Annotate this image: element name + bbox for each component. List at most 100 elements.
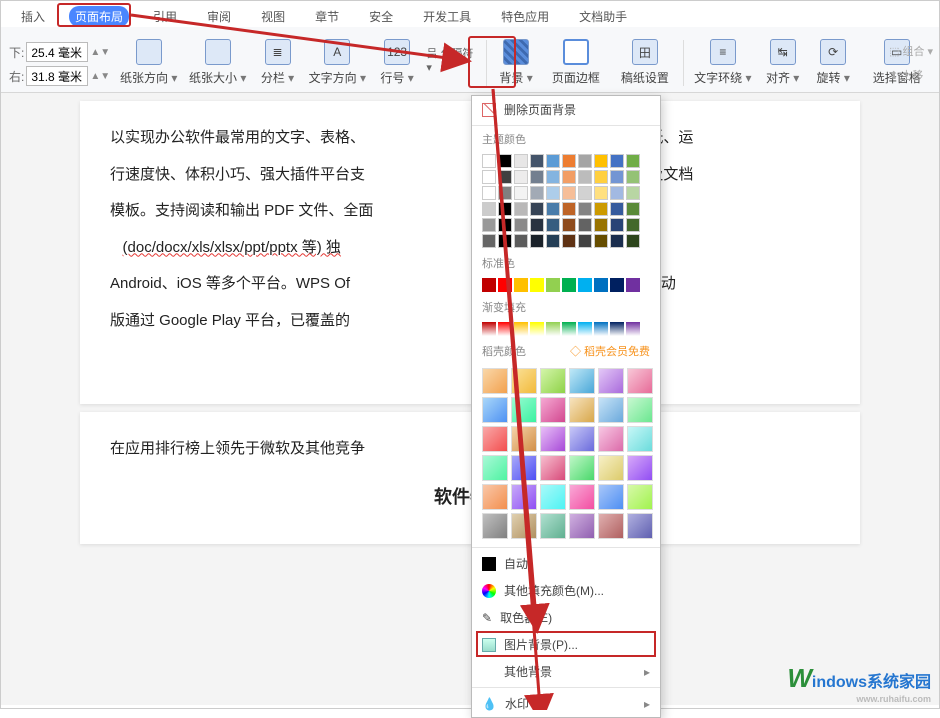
text-wrap-button[interactable]: ≡ 文字环绕 <box>692 30 753 86</box>
color-swatch[interactable] <box>514 170 528 184</box>
texture-swatch[interactable] <box>540 397 566 423</box>
color-swatch[interactable] <box>498 278 512 292</box>
texture-swatch[interactable] <box>598 513 624 539</box>
other-background-item[interactable]: 其他背景 ▸ <box>472 658 660 685</box>
texture-swatch[interactable] <box>482 513 508 539</box>
color-swatch[interactable] <box>530 218 544 232</box>
color-swatch[interactable] <box>546 154 560 168</box>
color-swatch[interactable] <box>498 234 512 248</box>
texture-swatch[interactable] <box>540 368 566 394</box>
texture-swatch[interactable] <box>511 368 537 394</box>
color-swatch[interactable] <box>626 154 640 168</box>
texture-swatch[interactable] <box>482 368 508 394</box>
tab-special[interactable]: 特色应用 <box>495 6 555 27</box>
texture-swatch[interactable] <box>569 368 595 394</box>
gradient-swatch[interactable] <box>546 322 560 336</box>
color-swatch[interactable] <box>514 234 528 248</box>
tab-page-layout[interactable]: 页面布局 <box>69 6 129 27</box>
color-swatch[interactable] <box>514 154 528 168</box>
color-swatch[interactable] <box>514 186 528 200</box>
color-swatch[interactable] <box>562 154 576 168</box>
color-swatch[interactable] <box>546 234 560 248</box>
color-swatch[interactable] <box>578 202 592 216</box>
color-swatch[interactable] <box>610 278 624 292</box>
auto-color-item[interactable]: 自动 <box>472 550 660 577</box>
tab-chapter[interactable]: 章节 <box>309 6 345 27</box>
color-swatch[interactable] <box>530 278 544 292</box>
color-swatch[interactable] <box>530 186 544 200</box>
color-swatch[interactable] <box>498 186 512 200</box>
group-button[interactable]: ⬚组合 ▾ <box>889 43 933 59</box>
texture-swatch[interactable] <box>627 397 653 423</box>
manuscript-button[interactable]: 田 稿纸设置 <box>614 30 675 86</box>
color-swatch[interactable] <box>498 202 512 216</box>
color-swatch[interactable] <box>578 278 592 292</box>
color-swatch[interactable] <box>498 218 512 232</box>
paper-size-button[interactable]: 纸张大小 <box>187 30 248 86</box>
tab-view[interactable]: 视图 <box>255 6 291 27</box>
color-swatch[interactable] <box>482 170 496 184</box>
tab-docassist[interactable]: 文档助手 <box>573 6 633 27</box>
color-swatch[interactable] <box>546 202 560 216</box>
color-swatch[interactable] <box>626 234 640 248</box>
color-swatch[interactable] <box>610 218 624 232</box>
color-swatch[interactable] <box>594 170 608 184</box>
color-swatch[interactable] <box>578 234 592 248</box>
move-up-button[interactable]: ⬆上移 <box>889 67 933 83</box>
color-swatch[interactable] <box>626 202 640 216</box>
paper-orientation-button[interactable]: 纸张方向 <box>118 30 179 86</box>
color-swatch[interactable] <box>610 154 624 168</box>
color-swatch[interactable] <box>498 154 512 168</box>
color-swatch[interactable] <box>594 154 608 168</box>
gradient-swatch[interactable] <box>514 322 528 336</box>
gradient-swatch[interactable] <box>626 322 640 336</box>
columns-button[interactable]: ≣ 分栏 <box>256 30 299 86</box>
document-page-1[interactable]: 以实现办公软件最常用的文字、表格、 率占用低、运 行速度快、体积小巧、强大插件平… <box>80 101 860 404</box>
color-swatch[interactable] <box>578 186 592 200</box>
color-swatch[interactable] <box>562 186 576 200</box>
texture-swatch[interactable] <box>627 368 653 394</box>
margin-right-input[interactable] <box>26 66 88 86</box>
tab-review[interactable]: 审阅 <box>201 6 237 27</box>
color-swatch[interactable] <box>626 218 640 232</box>
page-border-button[interactable]: 页面边框 <box>545 30 606 86</box>
eyedropper-item[interactable]: ✎ 取色器(E) <box>472 604 660 631</box>
document-page-2[interactable]: 在应用排行榜上领先于微软及其他竞争 软件特点 <box>80 412 860 544</box>
color-swatch[interactable] <box>546 218 560 232</box>
text-direction-button[interactable]: A 文字方向 <box>307 30 368 86</box>
color-swatch[interactable] <box>482 278 496 292</box>
color-swatch[interactable] <box>578 218 592 232</box>
color-swatch[interactable] <box>562 170 576 184</box>
texture-swatch[interactable] <box>598 426 624 452</box>
color-swatch[interactable] <box>530 202 544 216</box>
texture-swatch[interactable] <box>540 426 566 452</box>
color-swatch[interactable] <box>610 234 624 248</box>
tab-security[interactable]: 安全 <box>363 6 399 27</box>
texture-swatch[interactable] <box>511 455 537 481</box>
color-swatch[interactable] <box>578 154 592 168</box>
color-swatch[interactable] <box>546 170 560 184</box>
texture-swatch[interactable] <box>627 455 653 481</box>
color-swatch[interactable] <box>530 154 544 168</box>
color-swatch[interactable] <box>562 234 576 248</box>
gradient-swatch[interactable] <box>562 322 576 336</box>
gradient-swatch[interactable] <box>498 322 512 336</box>
shell-texture-grid[interactable] <box>472 362 660 545</box>
texture-swatch[interactable] <box>511 397 537 423</box>
texture-swatch[interactable] <box>627 513 653 539</box>
texture-swatch[interactable] <box>482 484 508 510</box>
more-fill-colors-item[interactable]: 其他填充颜色(M)... <box>472 577 660 604</box>
color-swatch[interactable] <box>498 170 512 184</box>
gradient-swatch[interactable] <box>594 322 608 336</box>
gradient-swatch[interactable] <box>482 322 496 336</box>
color-swatch[interactable] <box>626 186 640 200</box>
color-swatch[interactable] <box>482 202 496 216</box>
texture-swatch[interactable] <box>598 368 624 394</box>
color-swatch[interactable] <box>482 154 496 168</box>
texture-swatch[interactable] <box>569 484 595 510</box>
texture-swatch[interactable] <box>569 455 595 481</box>
picture-background-item[interactable]: 图片背景(P)... <box>472 631 660 658</box>
color-swatch[interactable] <box>578 170 592 184</box>
color-swatch[interactable] <box>546 278 560 292</box>
margin-bottom-input[interactable] <box>26 42 88 62</box>
